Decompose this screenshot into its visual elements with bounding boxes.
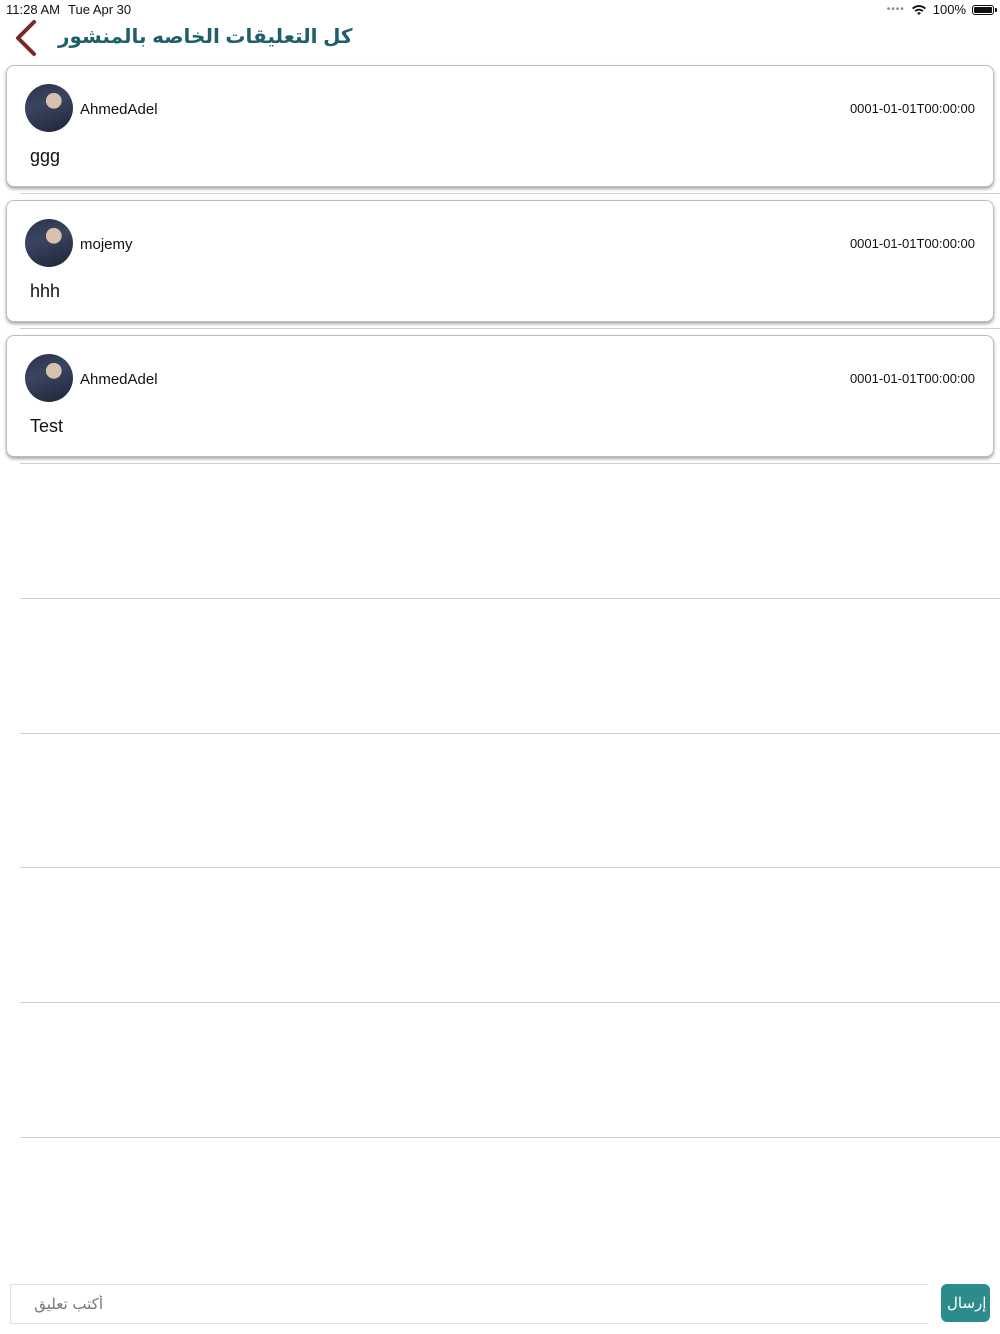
comment-input[interactable] xyxy=(11,1285,103,1323)
comment-input-wrap xyxy=(11,1285,103,1323)
comment-text: hhh xyxy=(30,281,61,301)
comment-timestamp: 0001-01-01T00:00:00 xyxy=(849,371,975,386)
page-title: كل التعليقات الخاصه بالمنشور xyxy=(58,26,353,48)
cellular-signal-icon: •••• xyxy=(886,4,905,15)
nav-header: كل التعليقات الخاصه بالمنشور xyxy=(0,18,1000,62)
avatar xyxy=(25,84,73,132)
comment-username: mojemy xyxy=(80,236,133,253)
comment-text: ggg xyxy=(30,146,61,166)
avatar xyxy=(25,354,73,402)
battery-icon xyxy=(972,4,997,15)
wifi-icon xyxy=(911,4,926,15)
chevron-left-icon xyxy=(16,20,36,56)
battery-percent: 100% xyxy=(932,2,966,17)
comment-card[interactable]: mojemy 0001-01-01T00:00:00 hhh xyxy=(6,200,994,322)
status-indicators: •••• 100% xyxy=(886,2,997,17)
comment-card[interactable]: AhmedAdel 0001-01-01T00:00:00 Test xyxy=(6,335,994,457)
status-bar: 11:28 AM Tue Apr 30 •••• 100% xyxy=(0,0,1000,20)
status-time: 11:28 AM xyxy=(6,2,60,17)
comment-card[interactable]: AhmedAdel 0001-01-01T00:00:00 ggg xyxy=(6,65,994,187)
comment-username: AhmedAdel xyxy=(80,371,158,388)
comment-input-bar xyxy=(10,1284,928,1324)
row-separator xyxy=(20,328,1000,329)
row-separator xyxy=(20,733,1000,734)
row-separator xyxy=(20,193,1000,194)
send-button[interactable]: إرسال xyxy=(941,1284,990,1322)
comment-timestamp: 0001-01-01T00:00:00 xyxy=(849,236,975,251)
row-separator xyxy=(20,1002,1000,1003)
comment-username: AhmedAdel xyxy=(80,101,158,118)
comment-text: Test xyxy=(30,416,64,436)
status-date: Tue Apr 30 xyxy=(68,2,132,17)
row-separator xyxy=(20,463,1000,464)
row-separator xyxy=(20,1137,1000,1138)
back-button[interactable] xyxy=(12,18,48,58)
avatar xyxy=(25,219,73,267)
row-separator xyxy=(20,598,1000,599)
row-separator xyxy=(20,867,1000,868)
comment-timestamp: 0001-01-01T00:00:00 xyxy=(849,101,975,116)
